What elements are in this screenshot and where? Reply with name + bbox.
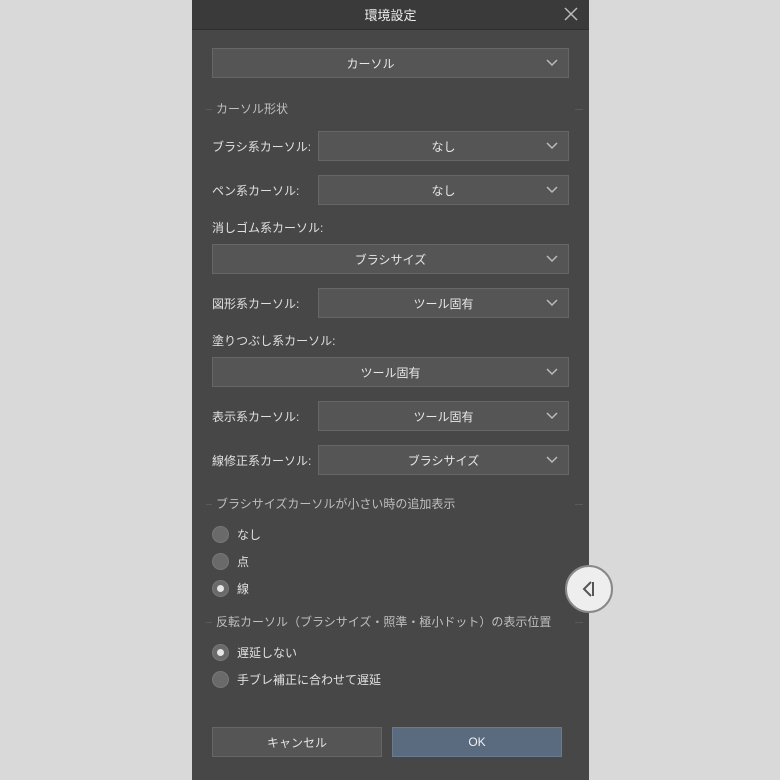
label-eraser-cursor: 消しゴム系カーソル: bbox=[212, 219, 569, 236]
radio-icon bbox=[212, 553, 229, 570]
select-shape-cursor[interactable]: ツール固有 bbox=[318, 288, 569, 318]
close-button[interactable] bbox=[561, 4, 581, 24]
select-eraser-cursor[interactable]: ブラシサイズ bbox=[212, 244, 569, 274]
chevron-down-icon bbox=[546, 139, 558, 153]
dialog-body: カーソル カーソル形状 ブラシ系カーソル: なし ペン系カーソル: なし 消しゴ… bbox=[192, 30, 589, 722]
radio-small-none[interactable]: なし bbox=[212, 526, 569, 543]
label-linefix-cursor: 線修正系カーソル: bbox=[212, 452, 318, 469]
chevron-down-icon bbox=[546, 453, 558, 467]
select-shape-cursor-value: ツール固有 bbox=[413, 295, 473, 312]
cursor-shape-legend: カーソル形状 bbox=[216, 100, 569, 117]
dialog-footer: キャンセル OK bbox=[192, 722, 589, 780]
category-select[interactable]: カーソル bbox=[212, 48, 569, 78]
chevron-down-icon bbox=[546, 252, 558, 266]
close-icon bbox=[564, 7, 578, 21]
ok-button[interactable]: OK bbox=[392, 727, 562, 757]
select-linefix-cursor[interactable]: ブラシサイズ bbox=[318, 445, 569, 475]
row-eraser-cursor: 消しゴム系カーソル: ブラシサイズ bbox=[212, 219, 569, 274]
select-brush-cursor[interactable]: なし bbox=[318, 131, 569, 161]
chevron-left-icon bbox=[579, 579, 599, 599]
radio-label-none: なし bbox=[237, 526, 261, 543]
dialog-title: 環境設定 bbox=[364, 5, 416, 24]
radio-label-delay: 手ブレ補正に合わせて遅延 bbox=[237, 671, 381, 688]
chevron-down-icon bbox=[546, 183, 558, 197]
radio-label-line: 線 bbox=[237, 580, 249, 597]
row-pen-cursor: ペン系カーソル: なし bbox=[212, 175, 569, 205]
cancel-button[interactable]: キャンセル bbox=[212, 727, 382, 757]
inverted-cursor-legend: 反転カーソル（ブラシサイズ・照準・極小ドット）の表示位置 bbox=[216, 613, 569, 630]
label-shape-cursor: 図形系カーソル: bbox=[212, 295, 318, 312]
row-brush-cursor: ブラシ系カーソル: なし bbox=[212, 131, 569, 161]
preferences-dialog: 環境設定 カーソル カーソル形状 ブラシ系カーソル: なし ペン系 bbox=[192, 0, 589, 780]
category-select-value: カーソル bbox=[346, 55, 394, 72]
select-pen-cursor[interactable]: なし bbox=[318, 175, 569, 205]
radio-icon bbox=[212, 671, 229, 688]
row-shape-cursor: 図形系カーソル: ツール固有 bbox=[212, 288, 569, 318]
radio-icon bbox=[212, 644, 229, 661]
radio-delay-stabilize[interactable]: 手ブレ補正に合わせて遅延 bbox=[212, 671, 569, 688]
label-fill-cursor: 塗りつぶし系カーソル: bbox=[212, 332, 569, 349]
small-brush-legend: ブラシサイズカーソルが小さい時の追加表示 bbox=[216, 495, 569, 512]
select-view-cursor[interactable]: ツール固有 bbox=[318, 401, 569, 431]
side-handle[interactable] bbox=[565, 565, 613, 613]
category-select-wrap: カーソル bbox=[212, 48, 569, 78]
select-eraser-cursor-value: ブラシサイズ bbox=[355, 251, 426, 268]
select-fill-cursor[interactable]: ツール固有 bbox=[212, 357, 569, 387]
select-fill-cursor-value: ツール固有 bbox=[360, 364, 420, 381]
select-linefix-cursor-value: ブラシサイズ bbox=[408, 452, 479, 469]
row-linefix-cursor: 線修正系カーソル: ブラシサイズ bbox=[212, 445, 569, 475]
radio-small-line[interactable]: 線 bbox=[212, 580, 569, 597]
radio-icon bbox=[212, 580, 229, 597]
select-pen-cursor-value: なし bbox=[431, 182, 455, 199]
label-view-cursor: 表示系カーソル: bbox=[212, 408, 318, 425]
row-view-cursor: 表示系カーソル: ツール固有 bbox=[212, 401, 569, 431]
radio-label-dot: 点 bbox=[237, 553, 249, 570]
radio-delay-none[interactable]: 遅延しない bbox=[212, 644, 569, 661]
select-view-cursor-value: ツール固有 bbox=[413, 408, 473, 425]
cancel-button-label: キャンセル bbox=[267, 734, 327, 751]
row-fill-cursor: 塗りつぶし系カーソル: ツール固有 bbox=[212, 332, 569, 387]
chevron-down-icon bbox=[546, 296, 558, 310]
label-brush-cursor: ブラシ系カーソル: bbox=[212, 138, 318, 155]
chevron-down-icon bbox=[546, 56, 558, 70]
chevron-down-icon bbox=[546, 409, 558, 423]
radio-small-dot[interactable]: 点 bbox=[212, 553, 569, 570]
select-brush-cursor-value: なし bbox=[431, 138, 455, 155]
ok-button-label: OK bbox=[468, 735, 485, 749]
chevron-down-icon bbox=[546, 365, 558, 379]
radio-label-nodelay: 遅延しない bbox=[237, 644, 297, 661]
label-pen-cursor: ペン系カーソル: bbox=[212, 182, 318, 199]
titlebar: 環境設定 bbox=[192, 0, 589, 30]
radio-icon bbox=[212, 526, 229, 543]
